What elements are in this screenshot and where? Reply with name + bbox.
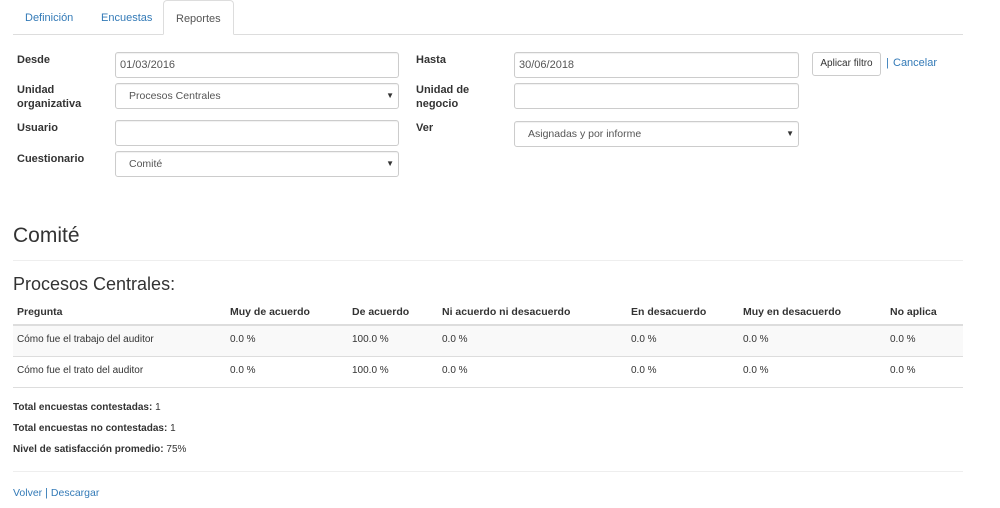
table-row: Cómo fue el trato del auditor 0.0 % 100.… [13,357,963,388]
tab-encuestas[interactable]: Encuestas [89,0,164,34]
report-title: Comité [13,224,80,247]
table-cell: Cómo fue el trato del auditor [17,365,144,376]
title-divider [13,260,963,261]
table-cell: 0.0 % [631,365,657,376]
ver-select[interactable]: Asignadas y por informe ▼ [514,121,799,147]
unidad-organizativa-label-line2: organizativa [17,98,82,110]
table-cell: 100.0 % [352,334,389,345]
unidad-organizativa-label-line1: Unidad [17,84,55,96]
apply-filter-button[interactable]: Aplicar filtro [812,52,881,76]
tab-definicion[interactable]: Definición [13,0,85,34]
ver-label: Ver [416,122,434,134]
unidad-negocio-label: Unidad de negocio [416,83,469,111]
summary-contestadas-value: 1 [155,402,161,413]
desde-input[interactable]: 01/03/2016 [115,52,399,78]
footer-divider [13,471,963,472]
summary-no-contestadas: Total encuestas no contestadas: 1 [13,422,176,436]
column-header: Ni acuerdo ni desacuerdo [442,306,571,318]
column-header: De acuerdo [352,306,410,318]
cancel-link[interactable]: Cancelar [893,57,937,69]
summary-satisfaccion: Nivel de satisfacción promedio: 75% [13,443,186,457]
filter-separator: | [886,57,889,69]
usuario-label: Usuario [17,122,58,134]
download-link[interactable]: Descargar [51,487,99,499]
table-cell: 0.0 % [631,334,657,345]
cuestionario-value: Comité [129,158,163,170]
table-cell: 0.0 % [743,334,769,345]
unidad-organizativa-select[interactable]: Procesos Centrales ▼ [115,83,399,109]
chevron-down-icon: ▼ [386,159,394,168]
footer-separator: | [45,487,48,499]
table-cell: 0.0 % [442,365,468,376]
chevron-down-icon: ▼ [786,129,794,138]
table-cell: 0.0 % [890,334,916,345]
summary-contestadas-label: Total encuestas contestadas: [13,402,153,413]
summary-satisfaccion-value: 75% [166,444,187,455]
unidad-negocio-label-line1: Unidad de [416,84,470,96]
chevron-down-icon: ▼ [386,91,394,100]
unidad-negocio-input[interactable] [514,83,799,109]
column-header: Pregunta [17,306,63,318]
desde-label: Desde [17,54,51,66]
table-cell: 0.0 % [890,365,916,376]
unidad-negocio-label-line2: negocio [416,98,459,110]
unidad-organizativa-label: Unidad organizativa [17,83,81,111]
table-cell: 0.0 % [442,334,468,345]
cuestionario-select[interactable]: Comité ▼ [115,151,399,177]
summary-no-contestadas-value: 1 [170,423,176,434]
table-cell: Cómo fue el trabajo del auditor [17,334,154,345]
column-header: En desacuerdo [631,306,707,318]
column-header: No aplica [890,306,937,318]
ver-value: Asignadas y por informe [528,128,642,140]
table-cell: 0.0 % [230,334,256,345]
usuario-input[interactable] [115,120,399,146]
column-header: Muy en desacuerdo [743,306,842,318]
column-header: Muy de acuerdo [230,306,310,318]
back-link[interactable]: Volver [13,487,42,499]
cuestionario-label: Cuestionario [17,153,85,165]
table-cell: 100.0 % [352,365,389,376]
footer-links: Volver | Descargar [13,487,99,499]
summary-satisfaccion-label: Nivel de satisfacción promedio: [13,444,164,455]
table-cell: 0.0 % [230,365,256,376]
table-header: Pregunta Muy de acuerdo De acuerdo Ni ac… [13,302,963,326]
summary-contestadas: Total encuestas contestadas: 1 [13,401,161,415]
tab-bar: Definición Encuestas Reportes [13,0,963,35]
tab-reportes[interactable]: Reportes [163,0,234,35]
hasta-label: Hasta [416,54,446,66]
table-cell: 0.0 % [743,365,769,376]
group-title: Procesos Centrales: [13,274,176,294]
summary-no-contestadas-label: Total encuestas no contestadas: [13,423,168,434]
table-row: Cómo fue el trabajo del auditor 0.0 % 10… [13,326,963,357]
hasta-input[interactable]: 30/06/2018 [514,52,799,78]
unidad-organizativa-value: Procesos Centrales [129,90,221,102]
